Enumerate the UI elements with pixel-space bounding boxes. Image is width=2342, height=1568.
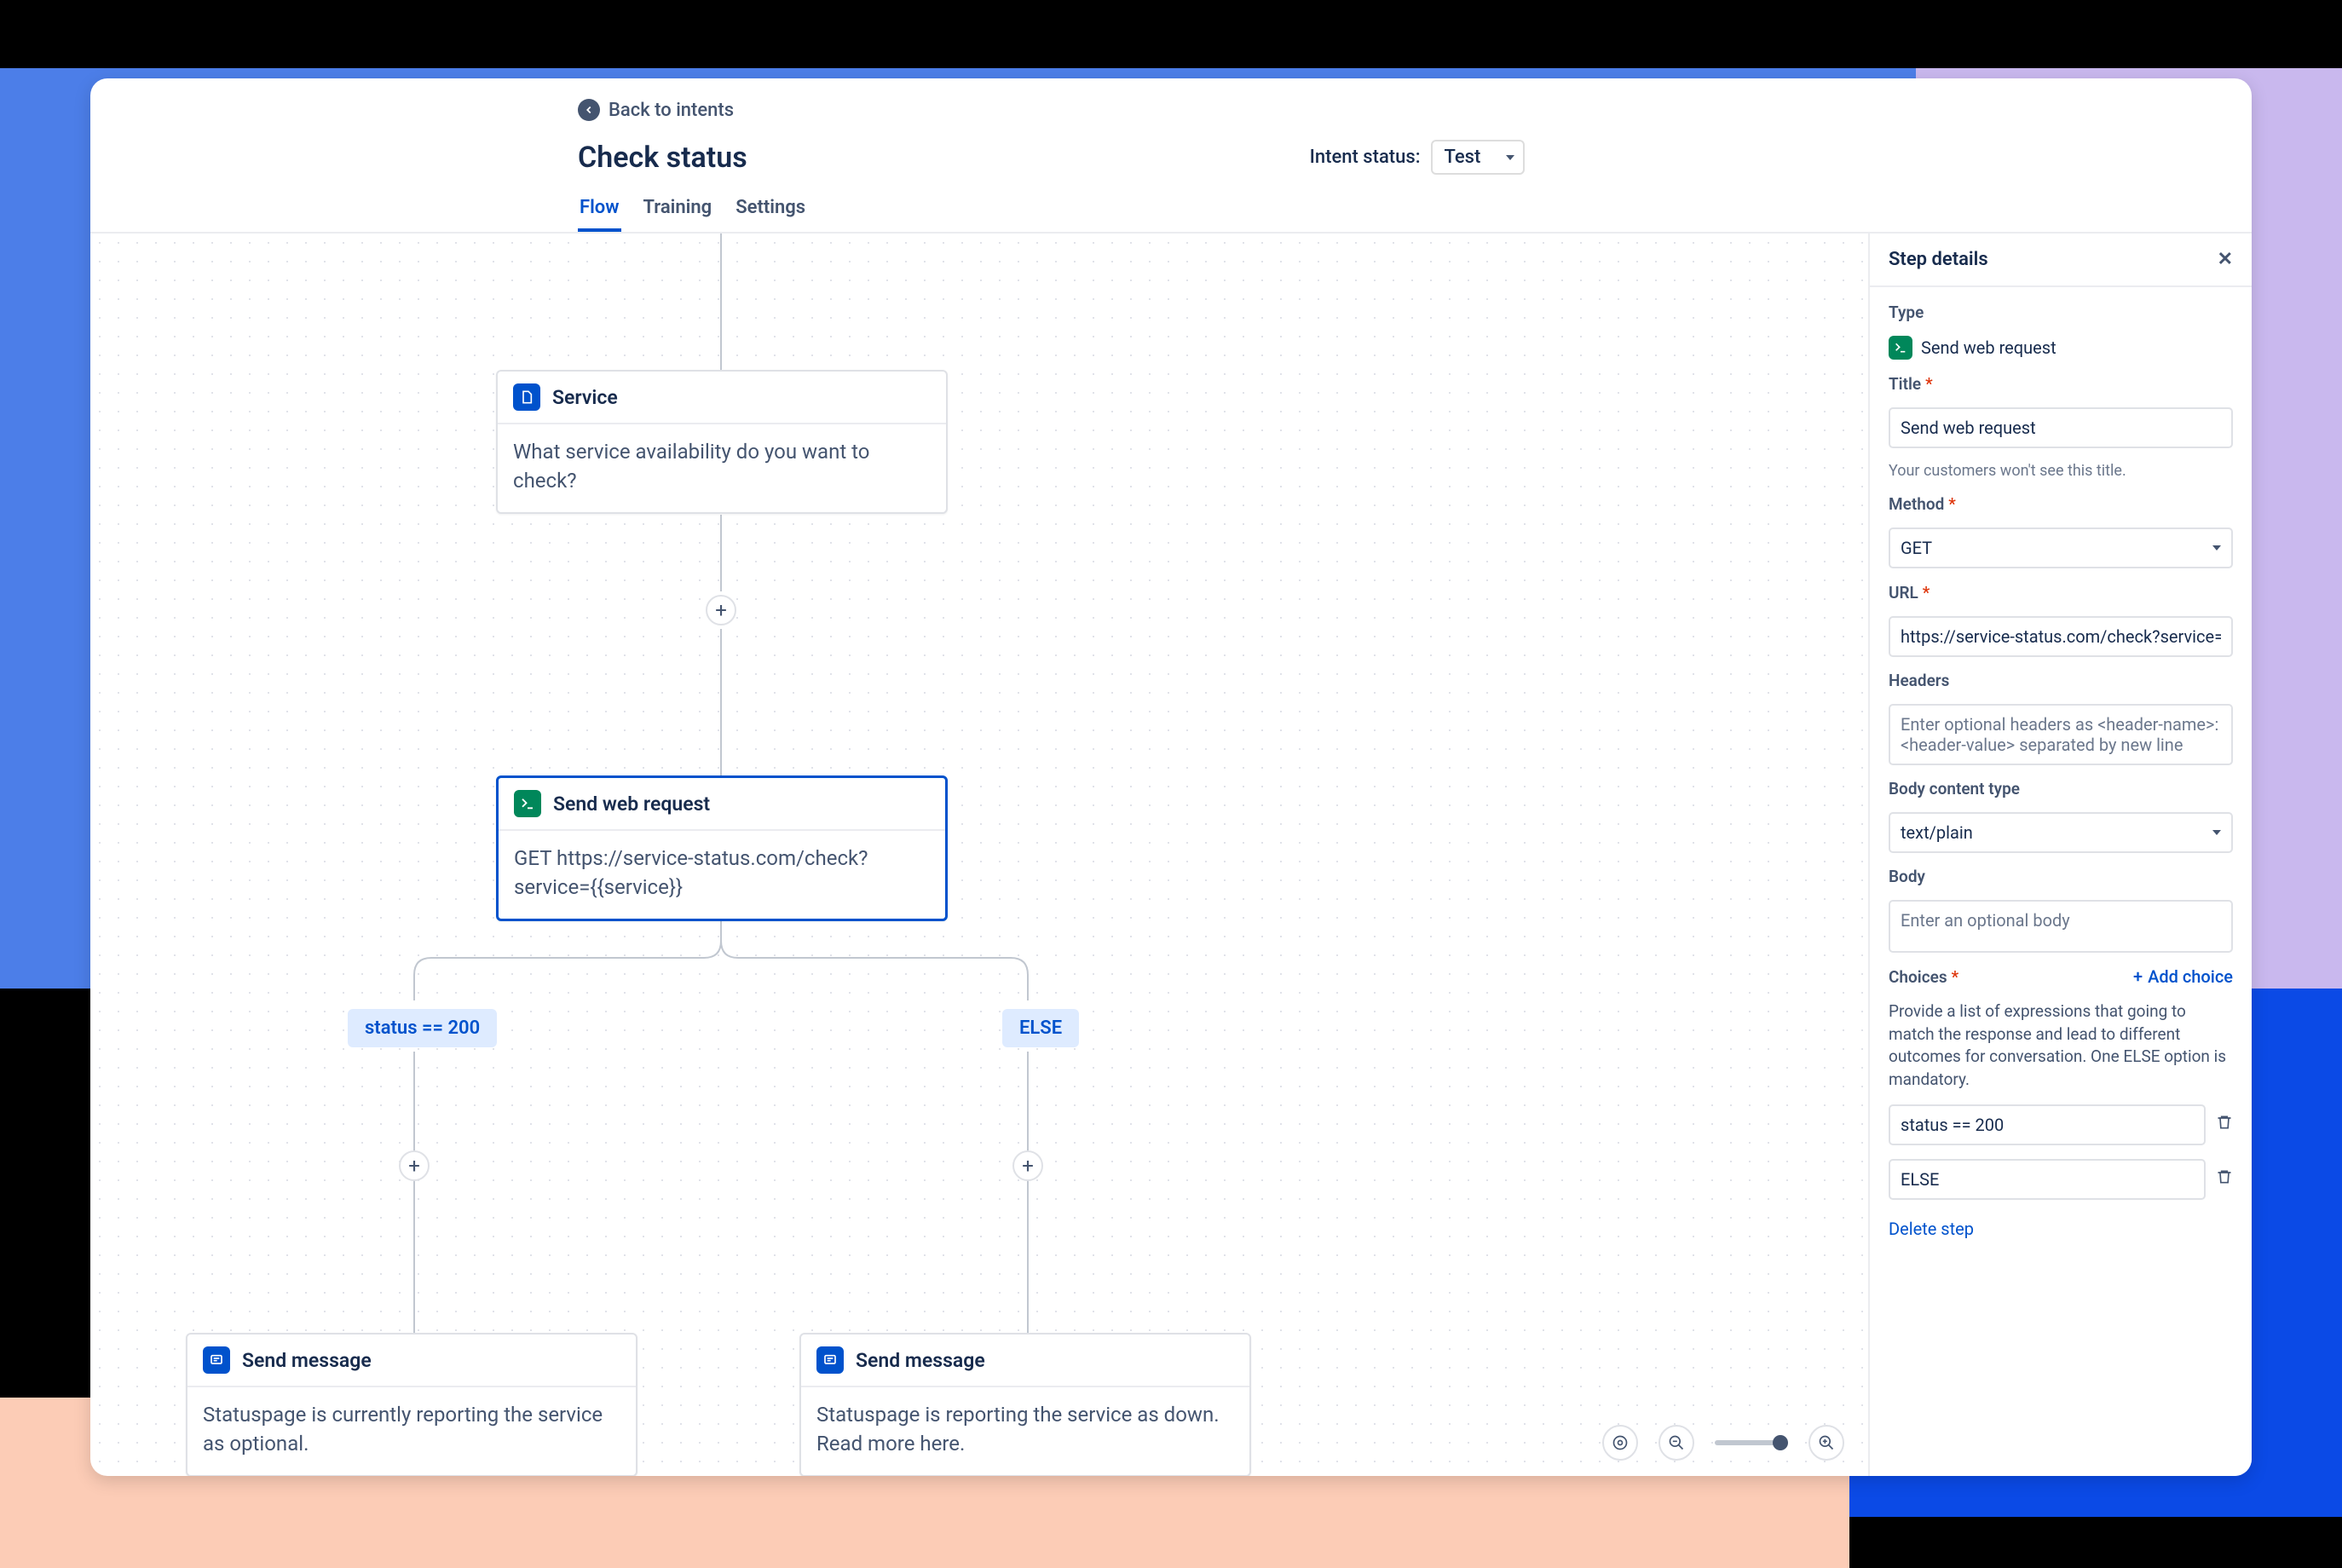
- headers-label: Headers: [1889, 671, 2233, 690]
- choices-label: Choices: [1889, 967, 1947, 987]
- web-request-icon: [1889, 336, 1912, 360]
- back-label: Back to intents: [609, 100, 734, 121]
- add-step-right-button[interactable]: +: [1012, 1150, 1043, 1181]
- choice-input-1[interactable]: [1889, 1159, 2206, 1200]
- body-input[interactable]: Enter an optional body: [1889, 900, 2233, 953]
- zoom-out-button[interactable]: [1658, 1425, 1694, 1461]
- node-msg-left-title: Send message: [242, 1349, 372, 1372]
- add-choice-button[interactable]: + Add choice: [2133, 966, 2233, 987]
- flow-canvas[interactable]: Service What service availability do you…: [90, 233, 1868, 1476]
- node-msg-right-title: Send message: [856, 1349, 985, 1372]
- title-hint: Your customers won't see this title.: [1889, 462, 2233, 480]
- body-type-value: text/plain: [1901, 822, 1973, 843]
- choice-row: [1889, 1104, 2233, 1145]
- delete-step-link[interactable]: Delete step: [1889, 1219, 2233, 1239]
- required-marker: *: [1948, 494, 1956, 514]
- node-service-title: Service: [552, 386, 618, 409]
- url-input[interactable]: [1889, 616, 2233, 657]
- required-marker: *: [1925, 374, 1933, 394]
- tabs: Flow Training Settings: [578, 192, 2216, 232]
- type-value: Send web request: [1921, 337, 2056, 358]
- recenter-button[interactable]: [1602, 1425, 1638, 1461]
- message-icon: [816, 1346, 844, 1374]
- node-web-request-title: Send web request: [553, 793, 710, 816]
- step-details-panel: Step details ✕ Type Send web request Tit…: [1868, 233, 2252, 1476]
- back-to-intents-link[interactable]: Back to intents: [578, 99, 734, 121]
- required-marker: *: [1923, 583, 1930, 602]
- choice-row: [1889, 1159, 2233, 1200]
- back-icon: [578, 99, 600, 121]
- node-msg-right-body: Statuspage is reporting the service as d…: [801, 1387, 1249, 1475]
- choice-input-0[interactable]: [1889, 1104, 2206, 1145]
- trash-icon[interactable]: [2216, 1113, 2233, 1137]
- url-label: URL: [1889, 583, 1918, 602]
- type-label: Type: [1889, 303, 2233, 322]
- branch-else[interactable]: ELSE: [1002, 1009, 1079, 1047]
- node-service[interactable]: Service What service availability do you…: [496, 370, 948, 514]
- method-label: Method: [1889, 494, 1944, 514]
- title-input[interactable]: [1889, 407, 2233, 448]
- choices-description: Provide a list of expressions that going…: [1889, 1000, 2233, 1091]
- close-icon[interactable]: ✕: [2218, 249, 2233, 270]
- intent-status-label: Intent status:: [1310, 147, 1421, 168]
- method-value: GET: [1901, 538, 1932, 558]
- branch-status-200[interactable]: status == 200: [348, 1009, 497, 1047]
- panel-title: Step details: [1889, 249, 1988, 270]
- node-msg-left[interactable]: Send message Statuspage is currently rep…: [186, 1333, 637, 1476]
- node-msg-right[interactable]: Send message Statuspage is reporting the…: [799, 1333, 1251, 1476]
- headers-input[interactable]: Enter optional headers as <header-name>:…: [1889, 704, 2233, 765]
- tab-flow[interactable]: Flow: [578, 192, 621, 232]
- body-type-label: Body content type: [1889, 779, 2233, 798]
- add-choice-label: Add choice: [2148, 966, 2233, 987]
- trash-icon[interactable]: [2216, 1167, 2233, 1191]
- add-step-left-button[interactable]: +: [399, 1150, 430, 1181]
- intent-status-dropdown[interactable]: Test: [1431, 140, 1525, 175]
- title-field-label: Title: [1889, 374, 1921, 394]
- node-web-request-body: GET https://service-status.com/check?ser…: [499, 831, 945, 919]
- zoom-in-button[interactable]: [1808, 1425, 1844, 1461]
- body-type-select[interactable]: text/plain: [1889, 812, 2233, 853]
- add-step-button[interactable]: +: [706, 595, 736, 625]
- document-icon: [513, 383, 540, 411]
- required-marker: *: [1952, 967, 1959, 987]
- node-msg-left-body: Statuspage is currently reporting the se…: [187, 1387, 636, 1475]
- intent-status: Intent status: Test: [1310, 140, 1525, 175]
- type-row: Send web request: [1889, 336, 2233, 360]
- web-request-icon: [514, 790, 541, 817]
- body-label: Body: [1889, 867, 2233, 886]
- tab-settings[interactable]: Settings: [734, 192, 807, 232]
- header: Back to intents Check status Intent stat…: [90, 78, 2252, 232]
- page-title: Check status: [578, 141, 747, 175]
- app-window: Back to intents Check status Intent stat…: [90, 78, 2252, 1476]
- zoom-slider[interactable]: [1715, 1440, 1788, 1445]
- method-select[interactable]: GET: [1889, 527, 2233, 568]
- message-icon: [203, 1346, 230, 1374]
- tab-training[interactable]: Training: [642, 192, 714, 232]
- intent-status-value: Test: [1445, 147, 1481, 168]
- zoom-thumb[interactable]: [1773, 1435, 1788, 1450]
- node-web-request[interactable]: Send web request GET https://service-sta…: [496, 775, 948, 921]
- zoom-controls: [1602, 1425, 1844, 1461]
- plus-icon: +: [2133, 966, 2143, 987]
- node-service-body: What service availability do you want to…: [498, 424, 946, 512]
